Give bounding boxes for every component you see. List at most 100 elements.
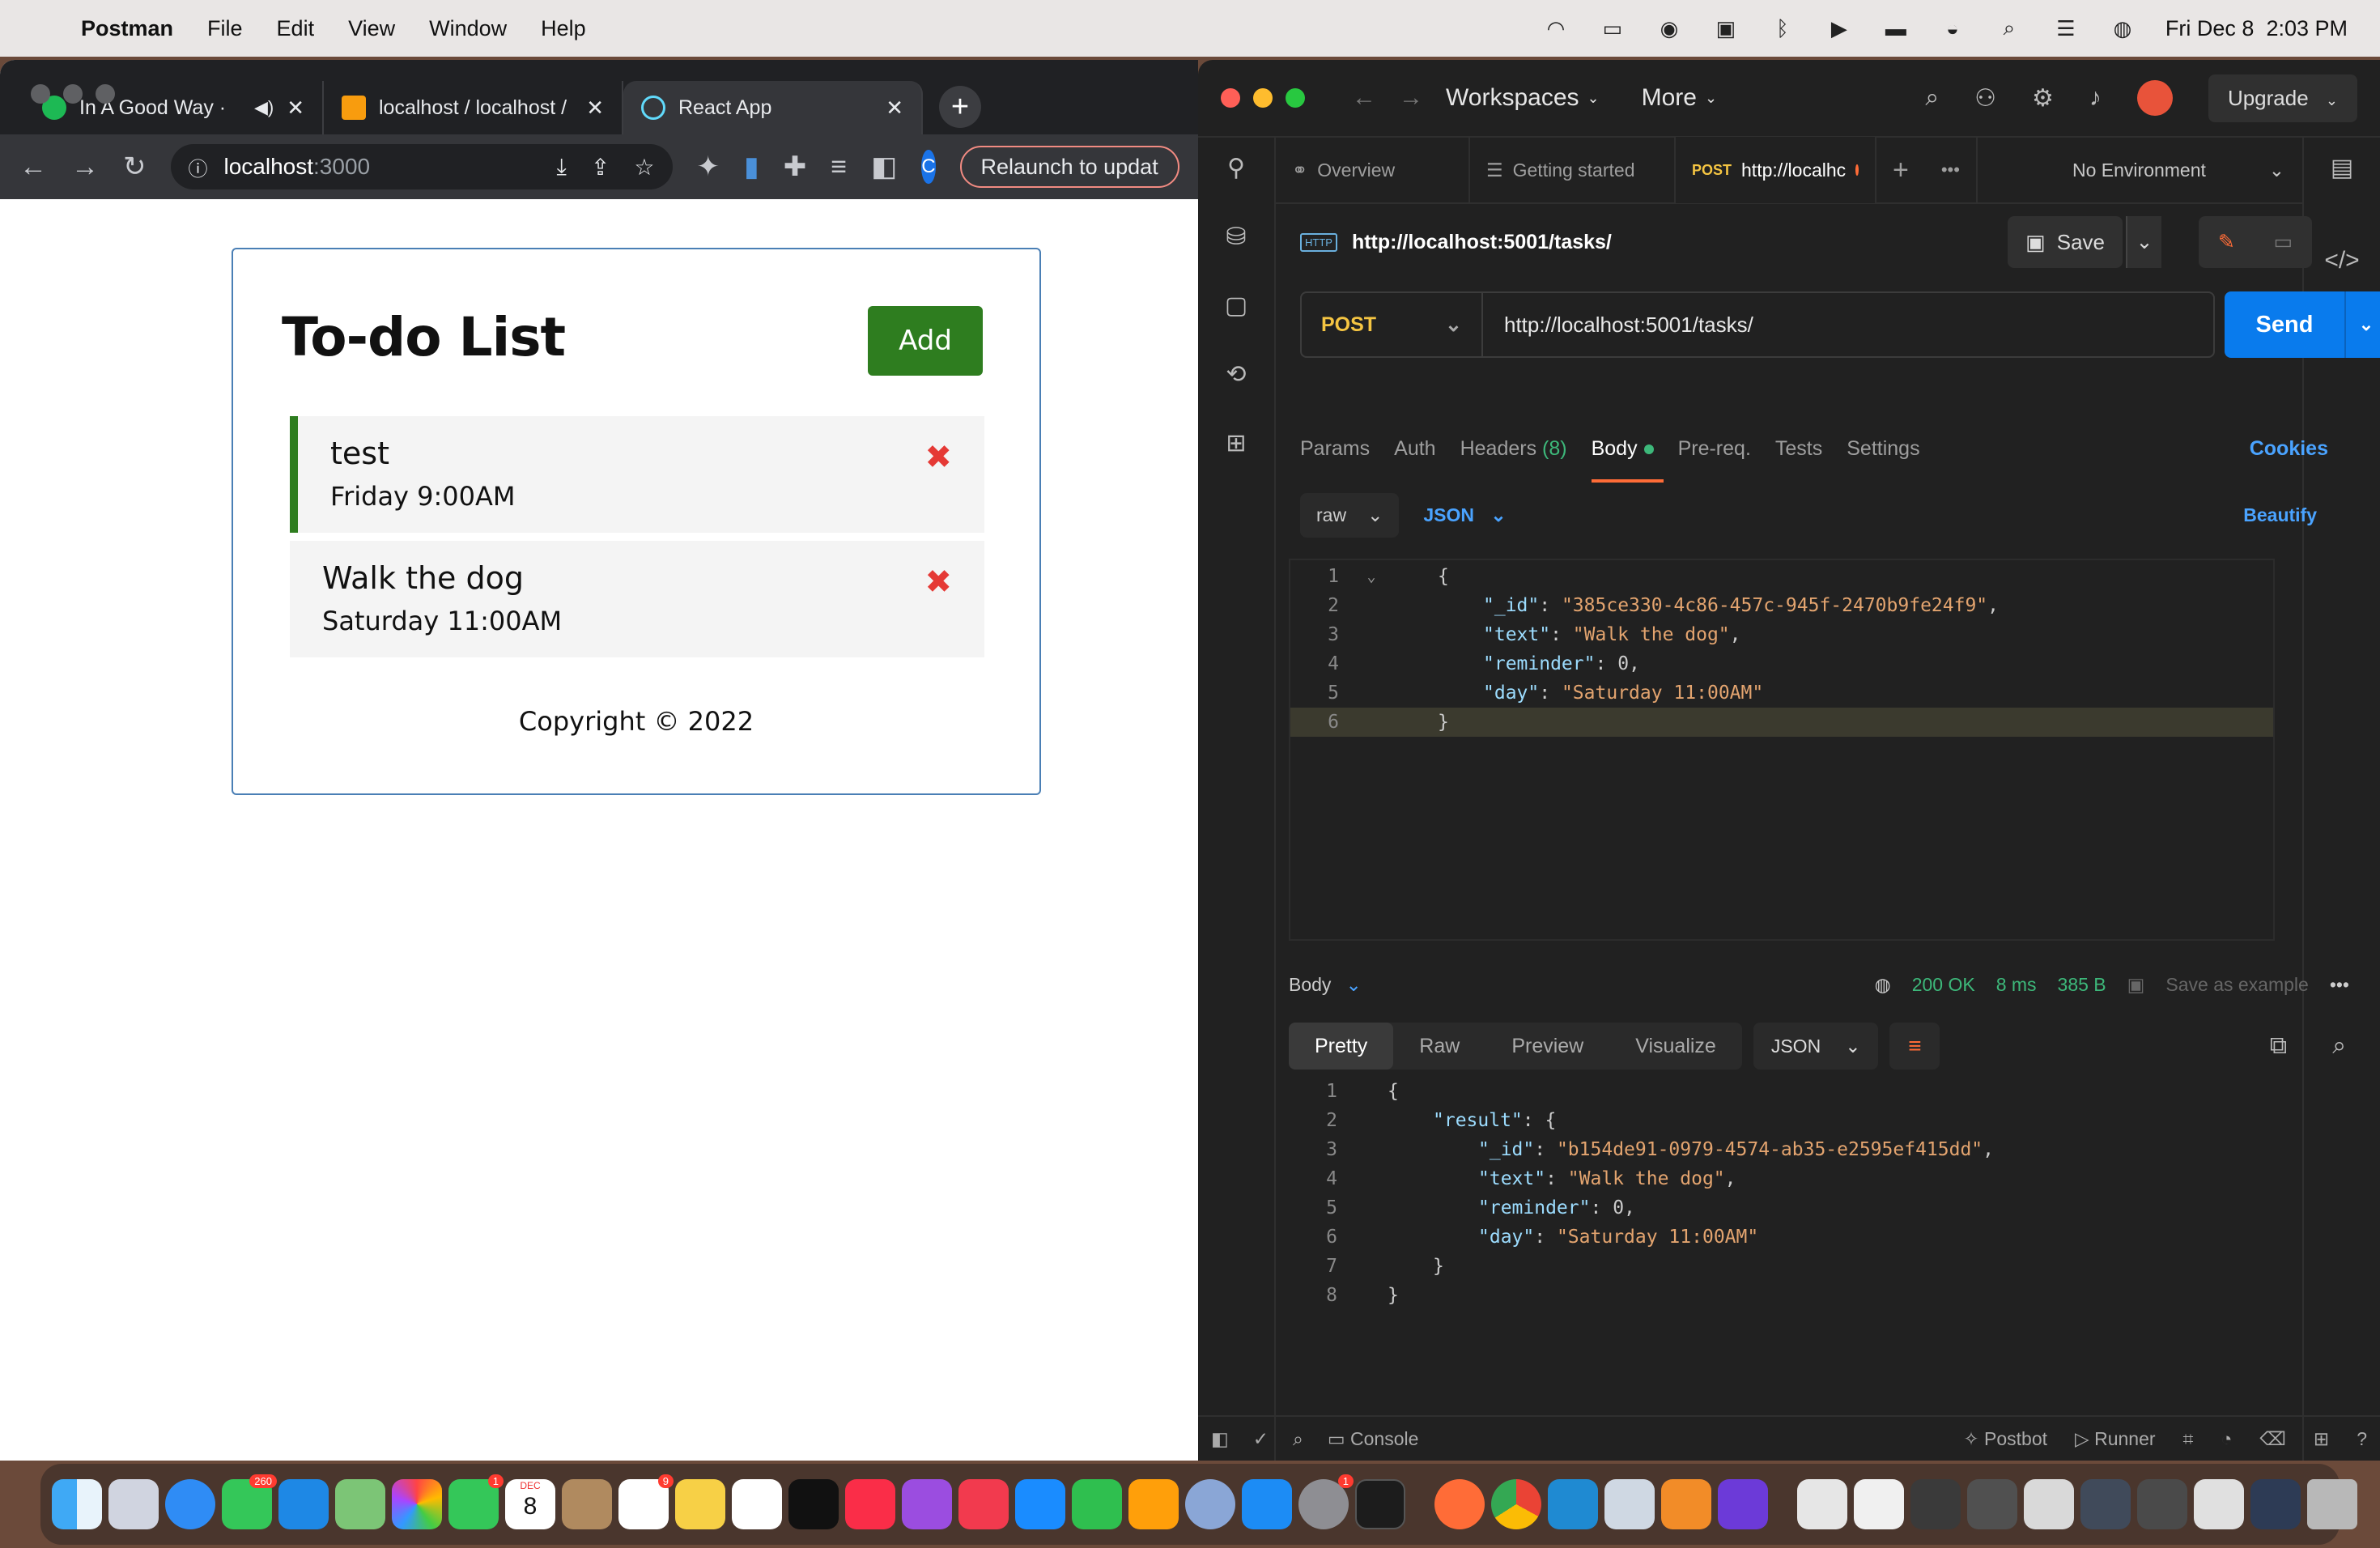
body-format-select[interactable]: JSON ⌄ — [1423, 504, 1506, 526]
extension-h-icon[interactable]: ▮ — [744, 151, 759, 183]
calendar-icon[interactable]: DEC 8 — [505, 1479, 555, 1529]
capture-icon[interactable]: ⌗ — [2183, 1428, 2194, 1450]
apps-stack-icon[interactable] — [2250, 1479, 2301, 1529]
forward-arrow-icon[interactable]: → — [71, 151, 99, 183]
extension-puzzle-icon[interactable]: ✦ — [697, 151, 720, 183]
minimize-window-icon[interactable] — [63, 84, 83, 104]
find-icon[interactable]: ⌕ — [1293, 1428, 1303, 1450]
mail-icon[interactable] — [278, 1479, 329, 1529]
copy-icon[interactable]: ⧉ — [2270, 1032, 2287, 1060]
send-button[interactable]: Send ⌄ — [2225, 291, 2380, 358]
code-icon[interactable]: </> — [2324, 247, 2359, 274]
delete-task-icon[interactable]: ✖ — [924, 563, 952, 601]
vscode-icon[interactable] — [1548, 1479, 1598, 1529]
back-arrow-icon[interactable]: ← — [19, 151, 47, 183]
url-input[interactable]: http://localhost:5001/tasks/ — [1483, 313, 1753, 338]
share-icon[interactable]: ⇪ — [591, 154, 610, 181]
more-options-icon[interactable]: ••• — [2330, 974, 2349, 996]
globe-icon[interactable]: ◍ — [1875, 974, 1891, 996]
response-format-select[interactable]: JSON ⌄ — [1753, 1023, 1879, 1070]
response-size[interactable]: 385 B — [2058, 974, 2106, 996]
user-icon[interactable]: ⚲ — [1227, 154, 1245, 182]
menu-view[interactable]: View — [348, 16, 395, 41]
reload-icon[interactable]: ↻ — [123, 151, 147, 183]
docker-icon[interactable] — [1604, 1479, 1655, 1529]
response-status[interactable]: 200 OK — [1912, 974, 1975, 996]
minimize-window-icon[interactable] — [1253, 88, 1273, 108]
freeform-icon[interactable] — [732, 1479, 782, 1529]
back-arrow-icon[interactable]: ← — [1352, 84, 1376, 112]
keynote-icon[interactable] — [1015, 1479, 1065, 1529]
messages-icon[interactable]: 260 — [222, 1474, 277, 1529]
tab-getting-started[interactable]: ☰ Getting started — [1470, 137, 1676, 203]
body-mode-select[interactable]: raw ⌄ — [1300, 492, 1400, 538]
tab-params[interactable]: Params — [1300, 437, 1370, 483]
files-stack-icon[interactable] — [2194, 1479, 2244, 1529]
documents-folder-icon[interactable] — [1797, 1479, 1847, 1529]
tab-overview[interactable]: ⚭ Overview — [1276, 137, 1470, 203]
spotlight-search-icon[interactable]: ⌕ — [1995, 15, 2023, 40]
profile-avatar[interactable]: C — [921, 150, 936, 184]
app-store-icon[interactable] — [1242, 1479, 1292, 1529]
task-item[interactable]: Walk the dog Saturday 11:00AM ✖ — [290, 541, 984, 657]
more-tabs-icon[interactable]: ••• — [1925, 137, 1978, 203]
toggle-sidebar-icon[interactable]: ◧ — [1211, 1428, 1229, 1450]
postman-app-icon[interactable] — [1434, 1479, 1485, 1529]
menu-help[interactable]: Help — [541, 16, 586, 41]
upgrade-button[interactable]: Upgrade ⌄ — [2208, 74, 2357, 122]
close-tab-icon[interactable]: ✕ — [287, 96, 304, 121]
browser-tab-react-app[interactable]: React App ✕ — [623, 81, 923, 134]
tab-settings[interactable]: Settings — [1847, 437, 1919, 483]
zoom-window-icon[interactable] — [1286, 88, 1305, 108]
tab-post-request[interactable]: POST http://localhc — [1676, 137, 1876, 203]
now-playing-icon[interactable]: ▶ — [1825, 16, 1853, 40]
relaunch-update-button[interactable]: Relaunch to updat — [959, 146, 1179, 188]
menu-app-name[interactable]: Postman — [81, 16, 173, 41]
close-window-icon[interactable] — [1221, 88, 1240, 108]
fold-chevron-icon[interactable]: ⌄ — [1354, 568, 1389, 585]
search-icon[interactable]: ⌕ — [1925, 84, 1939, 112]
cookies-link[interactable]: Cookies — [2250, 437, 2328, 483]
zoom-window-icon[interactable] — [96, 84, 115, 104]
siri-icon[interactable]: ◍ — [2109, 16, 2136, 40]
music-icon[interactable] — [845, 1479, 895, 1529]
gamepad-icon[interactable]: ◉ — [1655, 16, 1683, 40]
close-tab-icon[interactable]: ✕ — [886, 96, 903, 121]
screen-share-icon[interactable]: ▭ — [1599, 16, 1626, 40]
workspaces-menu[interactable]: Workspaces ⌄ — [1446, 84, 1600, 112]
comment-icon[interactable]: ▭ — [2274, 230, 2293, 254]
wrap-lines-icon[interactable]: ≡ — [1889, 1023, 1940, 1070]
layout-icon[interactable]: ▤ — [2331, 154, 2353, 182]
cookies-icon[interactable]: ◔ — [2221, 1428, 2232, 1450]
response-body-label[interactable]: Body — [1289, 974, 1331, 996]
save-options-chevron-icon[interactable]: ⌄ — [2126, 216, 2161, 268]
podcasts-icon[interactable] — [902, 1479, 952, 1529]
tab-auth[interactable]: Auth — [1394, 437, 1435, 483]
close-window-icon[interactable] — [31, 84, 50, 104]
window-stack-icon[interactable] — [2137, 1479, 2187, 1529]
contacts-icon[interactable] — [562, 1479, 612, 1529]
delete-task-icon[interactable]: ✖ — [924, 439, 952, 476]
tab-prereq[interactable]: Pre-req. — [1678, 437, 1751, 483]
tab-pretty[interactable]: Pretty — [1289, 1023, 1394, 1070]
close-tab-icon[interactable]: ✕ — [586, 96, 604, 121]
address-bar[interactable]: ⓘ localhost:3000 ⤓ ⇪ ☆ — [170, 144, 673, 189]
battery-icon[interactable]: ▬ — [1882, 16, 1910, 40]
menu-edit[interactable]: Edit — [277, 16, 315, 41]
downloads-stack-icon[interactable] — [2024, 1479, 2074, 1529]
new-tab-button[interactable]: + — [1876, 137, 1925, 203]
console-button[interactable]: ▭ Console — [1328, 1428, 1419, 1450]
notes-icon[interactable] — [675, 1479, 725, 1529]
extensions-icon[interactable]: ✚ — [784, 151, 807, 183]
apple-tv-icon[interactable] — [788, 1479, 839, 1529]
speaker-icon[interactable]: ◀) — [254, 97, 274, 118]
search-icon[interactable]: ⌕ — [2332, 1032, 2346, 1060]
pages-icon[interactable] — [1128, 1479, 1179, 1529]
save-as-example-button[interactable]: Save as example — [2165, 974, 2308, 996]
safari-icon[interactable] — [165, 1479, 215, 1529]
tab-body[interactable]: Body — [1591, 437, 1664, 483]
request-body-editor[interactable]: 1 ⌄{ 2 "_id": "385ce330-4c86-457c-945f-247… — [1289, 559, 2275, 941]
apps-grid-icon[interactable]: ⊞ — [1226, 429, 1246, 457]
control-center-icon[interactable]: ☰ — [2052, 16, 2080, 40]
reminders-icon[interactable]: 9 — [618, 1474, 674, 1529]
